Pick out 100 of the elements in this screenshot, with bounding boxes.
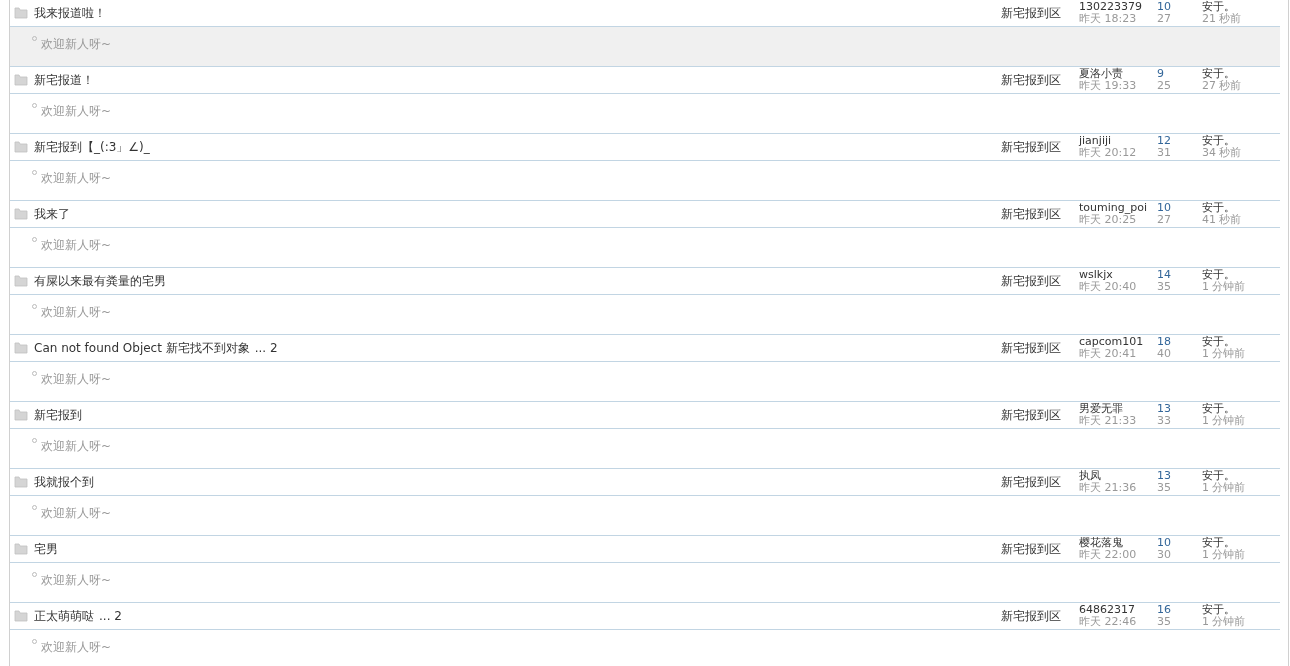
thread-title[interactable]: 新宅报到: [34, 406, 82, 424]
last-reply-time: 41 秒前: [1202, 214, 1243, 226]
thread-excerpt: 欢迎新人呀~: [41, 171, 112, 185]
author-link[interactable]: 130223379: [1079, 1, 1157, 13]
view-count: 30: [1157, 549, 1172, 561]
post-time: 昨天 20:40: [1079, 281, 1138, 293]
last-reply-time: 1 分钟前: [1202, 549, 1247, 561]
last-poster-link[interactable]: 安于。: [1202, 537, 1280, 549]
last-poster-link[interactable]: 安于。: [1202, 403, 1280, 415]
thread-icon: [14, 74, 28, 86]
forum-link[interactable]: 新宅报到区: [1001, 540, 1079, 558]
view-count: 35: [1157, 281, 1172, 293]
post-time: 昨天 18:23: [1079, 13, 1138, 25]
forum-link[interactable]: 新宅报到区: [1001, 205, 1079, 223]
forum-link[interactable]: 新宅报到区: [1001, 473, 1079, 491]
author-link[interactable]: 执凤: [1079, 470, 1157, 482]
page-link[interactable]: ... 2: [254, 341, 278, 355]
thread-title[interactable]: 正太萌萌哒: [34, 607, 94, 625]
author-link[interactable]: jianjiji: [1079, 135, 1157, 147]
thread-icon: [14, 275, 28, 287]
view-count: 25: [1157, 80, 1172, 92]
view-count: 35: [1157, 482, 1172, 494]
forum-link[interactable]: 新宅报到区: [1001, 4, 1079, 22]
last-poster-link[interactable]: 安于。: [1202, 470, 1280, 482]
thread-title[interactable]: 我就报个到: [34, 473, 94, 491]
thread-excerpt: 欢迎新人呀~: [41, 573, 112, 587]
thread-excerpt: 欢迎新人呀~: [41, 506, 112, 520]
post-time: 昨天 20:25: [1079, 214, 1137, 226]
post-time: 昨天 20:41: [1079, 348, 1137, 360]
last-poster-link[interactable]: 安于。: [1202, 68, 1280, 80]
view-count: 27: [1157, 13, 1172, 25]
thread-title[interactable]: 有屎以来最有粪量的宅男: [34, 272, 166, 290]
post-time: 昨天 21:36: [1079, 482, 1138, 494]
page-link[interactable]: ... 2: [99, 609, 122, 623]
view-count: 33: [1157, 415, 1172, 427]
post-time: 昨天 19:33: [1079, 80, 1138, 92]
last-reply-time: 21 秒前: [1202, 13, 1243, 25]
reply-count[interactable]: 14: [1157, 269, 1202, 281]
forum-link[interactable]: 新宅报到区: [1001, 272, 1079, 290]
reply-count[interactable]: 13: [1157, 403, 1202, 415]
thread-title[interactable]: 新宅报到【_(:3」∠)_: [34, 138, 150, 156]
thread-icon: [14, 476, 28, 488]
author-link[interactable]: touming_poi: [1079, 202, 1157, 214]
last-reply-time: 1 分钟前: [1202, 348, 1247, 360]
reply-count[interactable]: 10: [1157, 202, 1202, 214]
thread-icon: [14, 208, 28, 220]
last-poster-link[interactable]: 安于。: [1202, 604, 1280, 616]
last-poster-link[interactable]: 安于。: [1202, 269, 1280, 281]
last-reply-time: 1 分钟前: [1202, 281, 1247, 293]
thread-excerpt: 欢迎新人呀~: [41, 640, 112, 654]
author-link[interactable]: 64862317: [1079, 604, 1157, 616]
thread-icon: [14, 7, 28, 19]
post-time: 昨天 22:00: [1079, 549, 1138, 561]
view-count: 31: [1157, 147, 1172, 159]
post-time: 昨天 20:12: [1079, 147, 1138, 159]
thread-title[interactable]: 新宅报道！: [34, 71, 94, 89]
thread-title[interactable]: Can not found Object 新宅找不到对象: [34, 339, 250, 357]
forum-link[interactable]: 新宅报到区: [1001, 406, 1079, 424]
thread-icon: [14, 342, 28, 354]
thread-icon: [14, 409, 28, 421]
thread-excerpt: 欢迎新人呀~: [41, 439, 112, 453]
forum-link[interactable]: 新宅报到区: [1001, 607, 1079, 625]
last-poster-link[interactable]: 安于。: [1202, 1, 1280, 13]
view-count: 27: [1157, 214, 1172, 226]
forum-link[interactable]: 新宅报到区: [1001, 138, 1079, 156]
thread-excerpt: 欢迎新人呀~: [41, 37, 112, 51]
forum-link[interactable]: 新宅报到区: [1001, 339, 1079, 357]
thread-title[interactable]: 宅男: [34, 540, 58, 558]
thread-excerpt: 欢迎新人呀~: [41, 372, 112, 386]
last-poster-link[interactable]: 安于。: [1202, 336, 1280, 348]
thread-excerpt: 欢迎新人呀~: [41, 305, 112, 319]
thread-icon: [14, 610, 28, 622]
last-poster-link[interactable]: 安于。: [1202, 202, 1280, 214]
last-reply-time: 27 秒前: [1202, 80, 1243, 92]
author-link[interactable]: capcom101: [1079, 336, 1157, 348]
post-time: 昨天 22:46: [1079, 616, 1138, 628]
view-count: 35: [1157, 616, 1172, 628]
reply-count[interactable]: 10: [1157, 1, 1202, 13]
post-time: 昨天 21:33: [1079, 415, 1138, 427]
last-poster-link[interactable]: 安于。: [1202, 135, 1280, 147]
view-count: 40: [1157, 348, 1172, 360]
last-reply-time: 1 分钟前: [1202, 415, 1247, 427]
author-link[interactable]: 夏洛小责: [1079, 68, 1157, 80]
reply-count[interactable]: 9: [1157, 68, 1202, 80]
reply-count[interactable]: 16: [1157, 604, 1202, 616]
reply-count[interactable]: 13: [1157, 470, 1202, 482]
thread-excerpt: 欢迎新人呀~: [41, 238, 112, 252]
last-reply-time: 34 秒前: [1202, 147, 1243, 159]
author-link[interactable]: wslkjx: [1079, 269, 1157, 281]
author-link[interactable]: 男爱无罪: [1079, 403, 1157, 415]
thread-excerpt: 欢迎新人呀~: [41, 104, 112, 118]
reply-count[interactable]: 10: [1157, 537, 1202, 549]
author-link[interactable]: 樱花落鬼: [1079, 537, 1157, 549]
thread-title[interactable]: 我来报道啦！: [34, 4, 106, 22]
last-reply-time: 1 分钟前: [1202, 616, 1247, 628]
reply-count[interactable]: 12: [1157, 135, 1202, 147]
reply-count[interactable]: 18: [1157, 336, 1202, 348]
forum-link[interactable]: 新宅报到区: [1001, 71, 1079, 89]
thread-title[interactable]: 我来了: [34, 205, 70, 223]
thread-icon: [14, 543, 28, 555]
